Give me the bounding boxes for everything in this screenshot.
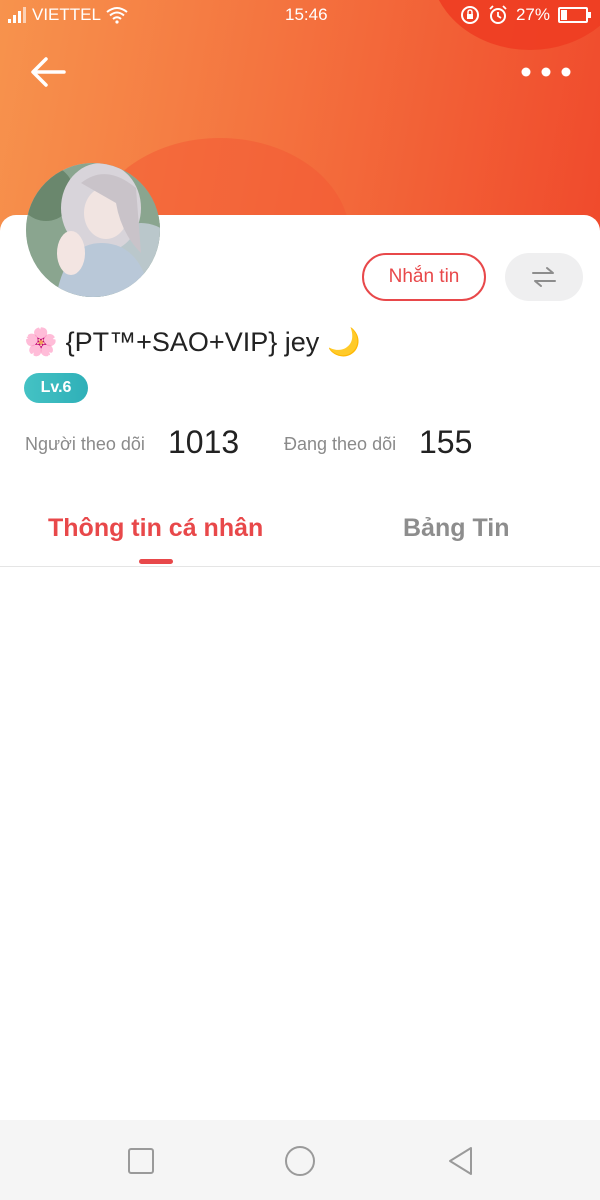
- clock: 15:46: [285, 5, 328, 24]
- battery-icon: [558, 7, 591, 23]
- profile-name: {PT™+SAO+VIP} jey: [65, 326, 320, 357]
- avatar-image: [26, 163, 160, 297]
- status-bar-right: 27%: [460, 5, 591, 25]
- carrier-name: VIETTEL: [32, 5, 101, 24]
- profile-name-row: 🌸 {PT™+SAO+VIP} jey 🌙: [24, 326, 361, 358]
- swap-arrows-icon: [532, 267, 556, 287]
- system-nav-bar: [0, 1120, 600, 1200]
- message-button[interactable]: Nhắn tin: [362, 253, 486, 301]
- moon-emoji: 🌙: [327, 327, 361, 357]
- home-icon[interactable]: [283, 1144, 317, 1178]
- profile-tabs: Thông tin cá nhân Bảng Tin: [0, 500, 600, 567]
- more-options-button[interactable]: [520, 62, 572, 82]
- following-label[interactable]: Đang theo dõi: [284, 434, 396, 455]
- active-tab-indicator: [139, 559, 173, 564]
- following-count[interactable]: 155: [419, 424, 472, 461]
- level-badge: Lv.6: [24, 373, 88, 403]
- avatar[interactable]: [26, 163, 160, 297]
- followers-label[interactable]: Người theo dõi: [25, 434, 145, 455]
- status-bar: VIETTEL 15:46 27%: [0, 0, 600, 30]
- back-button[interactable]: [28, 52, 68, 92]
- wifi-icon: [106, 7, 128, 24]
- tab-personal-info[interactable]: Thông tin cá nhân: [48, 514, 263, 543]
- flower-emoji: 🌸: [24, 327, 58, 357]
- battery-fill: [561, 10, 567, 20]
- signal-icon: [8, 7, 26, 23]
- recent-apps-icon[interactable]: [124, 1144, 158, 1178]
- back-triangle-icon[interactable]: [444, 1144, 478, 1178]
- arrow-left-icon: [31, 57, 66, 87]
- battery-percent: 27%: [515, 5, 550, 24]
- tab-news-feed[interactable]: Bảng Tin: [403, 514, 509, 543]
- rotation-lock-icon: [460, 6, 479, 24]
- followers-count[interactable]: 1013: [168, 424, 239, 461]
- alarm-icon: [489, 5, 507, 24]
- status-bar-left: VIETTEL: [8, 5, 129, 25]
- follow-stats: Người theo dõi 1013 Đang theo dõi 155: [25, 424, 585, 464]
- more-horizontal-icon: [521, 67, 571, 77]
- swap-button[interactable]: [505, 253, 583, 301]
